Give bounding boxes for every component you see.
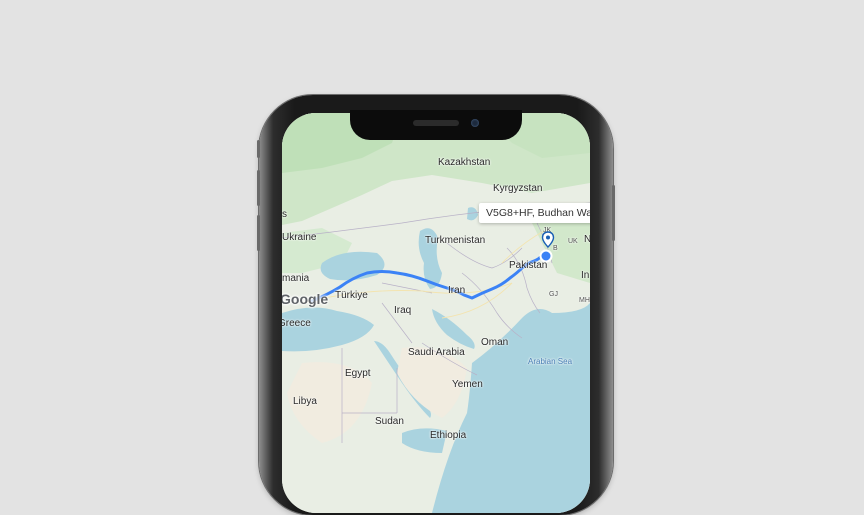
- google-logo: Google: [282, 291, 329, 307]
- location-callout[interactable]: V5G8+HF, Budhan Wa: [479, 203, 590, 223]
- map-canvas: [282, 113, 590, 513]
- label-pakistan: Pakistan: [509, 260, 548, 271]
- label-nepal-partial: N: [584, 234, 590, 245]
- label-iraq: Iraq: [394, 305, 412, 316]
- label-turkiye: Türkiye: [335, 290, 368, 301]
- label-turkmenistan: Turkmenistan: [425, 235, 486, 246]
- earpiece-speaker: [413, 120, 459, 126]
- power-button: [612, 185, 615, 241]
- label-yemen: Yemen: [452, 379, 483, 390]
- label-gj: GJ: [549, 291, 558, 298]
- map-view[interactable]: Kazakhstan Kyrgyzstan s Ukraine Turkmeni…: [282, 113, 590, 513]
- phone-screen: Kazakhstan Kyrgyzstan s Ukraine Turkmeni…: [282, 113, 590, 513]
- volume-down-button: [257, 215, 260, 251]
- label-egypt: Egypt: [345, 368, 371, 379]
- label-mania: mania: [282, 273, 310, 284]
- label-ukraine: Ukraine: [282, 232, 317, 243]
- label-libya: Libya: [293, 396, 317, 407]
- label-arabian-sea: Arabian Sea: [528, 357, 573, 366]
- label-greece: Greece: [282, 318, 311, 329]
- label-mh: MH: [579, 297, 590, 304]
- label-sudan: Sudan: [375, 416, 404, 427]
- mute-switch: [257, 140, 260, 158]
- label-india-partial: In: [581, 270, 590, 281]
- front-camera: [471, 119, 479, 127]
- map-pin-icon[interactable]: [541, 231, 555, 249]
- label-edge-s: s: [282, 209, 287, 220]
- label-kazakhstan: Kazakhstan: [438, 157, 491, 168]
- label-oman: Oman: [481, 337, 509, 348]
- label-saudi-arabia: Saudi Arabia: [408, 347, 465, 358]
- label-uk: UK: [568, 238, 578, 245]
- volume-up-button: [257, 170, 260, 206]
- label-kyrgyzstan: Kyrgyzstan: [493, 183, 543, 194]
- label-iran: Iran: [448, 285, 466, 296]
